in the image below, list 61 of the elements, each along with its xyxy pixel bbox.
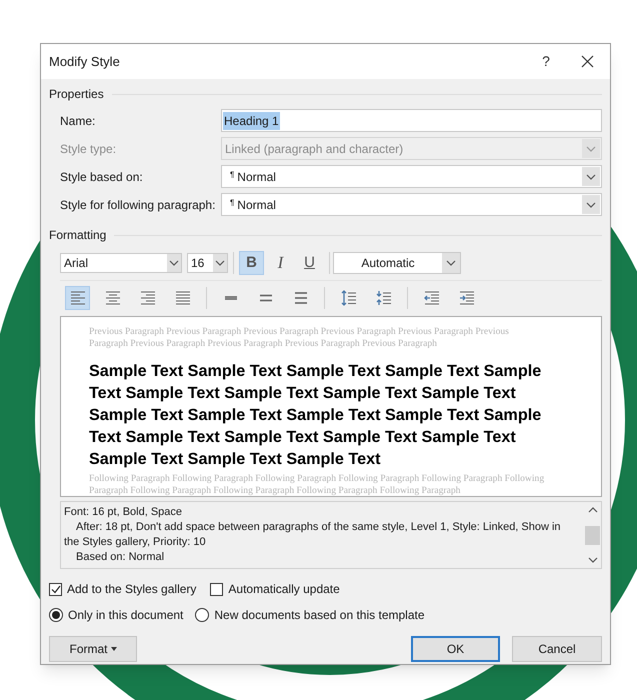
align-left-icon <box>70 290 86 306</box>
checkbox[interactable] <box>210 582 224 596</box>
window-title: Modify Style <box>49 52 121 71</box>
ok-button[interactable]: OK <box>411 636 500 662</box>
sample-text: Sample Text Sample Text Sample Text Sample Text Sample Text Sample Text Sample Text Sample Text Sample Text Sample Text Sample Text Sample Text Sample Text Sample Text Sample Text Sample Text Sample Text Sample Text Sample Text Sample Text Sample Text <box>89 361 542 470</box>
align-right-icon <box>140 290 156 306</box>
chevron-down-icon <box>586 146 596 152</box>
previous-paragraph-text: Previous Paragraph Previous Paragraph Previous Paragraph Previous Paragraph Previous Paragraph Previous Paragraph Previous Paragraph Previous Paragraph Previous Paragraph Previous Paragraph <box>89 326 510 350</box>
double-spacing-icon <box>292 290 308 306</box>
dropdown-field[interactable]: ¶ Normal <box>221 193 602 216</box>
pilcrow-mark: ¶ <box>230 169 234 181</box>
description-text: After: 18 pt, Don't add space between paragraphs of the same style, Level 1, Style: Linked, Show in the Styles gallery, Priority: 10 <box>64 520 562 550</box>
field-value: Normal <box>237 196 277 214</box>
align-left-button[interactable] <box>65 286 90 310</box>
field-label: Style for following paragraph: <box>60 196 216 214</box>
pilcrow-mark: ¶ <box>230 197 234 209</box>
description-text: Font: 16 pt, Bold, Space <box>64 505 184 520</box>
chevron-down-icon <box>169 260 179 266</box>
increase-spacing-icon <box>340 290 356 306</box>
radio-button[interactable] <box>195 608 210 622</box>
description-text: Based on: Normal <box>75 550 166 565</box>
checkbox-label: Add to the Styles gallery <box>67 581 196 598</box>
radio-button[interactable] <box>49 608 63 622</box>
justify-icon <box>174 290 190 306</box>
decrease-spacing-icon <box>376 290 392 306</box>
italic-button[interactable]: I <box>268 251 293 275</box>
field-value: Heading 1 <box>223 112 280 130</box>
close-icon[interactable] <box>581 55 594 68</box>
following-paragraph-text: Following Paragraph Following Paragraph Following Paragraph Following Paragraph Following Paragraph Following Paragraph Following Paragraph Following Paragraph Following Paragraph Following Paragraph <box>89 473 546 496</box>
format-button[interactable]: Format <box>49 636 137 662</box>
chevron-down-icon <box>215 260 225 266</box>
caret-icon <box>110 647 116 651</box>
field-value: Normal <box>237 168 277 186</box>
bold-button[interactable]: B <box>239 251 264 275</box>
field-label: Style type: <box>60 140 118 158</box>
name-input-field[interactable]: Heading 1 <box>221 109 602 132</box>
field-value: Linked (paragraph and character) <box>224 140 404 158</box>
increase-indent-icon <box>458 290 474 306</box>
font-dropdown[interactable]: Arial <box>60 253 182 273</box>
dropdown-field[interactable]: ¶ Normal <box>221 165 602 188</box>
radio-label: Only in this document <box>68 607 184 624</box>
section-heading: Properties <box>49 86 104 103</box>
size-dropdown[interactable]: 16 <box>187 253 228 273</box>
decrease-indent-icon <box>424 290 440 306</box>
checkbox[interactable] <box>49 582 62 596</box>
color-dropdown[interactable]: Automatic <box>333 252 461 274</box>
check-icon <box>50 584 60 594</box>
help-button[interactable]: ? <box>531 51 561 72</box>
chevron-down-icon <box>446 260 456 266</box>
section-heading: Formatting <box>49 227 106 244</box>
field-label: Style based on: <box>60 168 144 186</box>
chevron-down-icon <box>586 202 596 208</box>
field-label: Name: <box>60 112 96 130</box>
underline-button[interactable]: U <box>297 251 322 275</box>
cancel-button[interactable]: Cancel <box>512 636 602 662</box>
radio-label: New documents based on this template <box>214 607 425 624</box>
checkbox-label: Automatically update <box>228 581 340 598</box>
scroll-down-icon[interactable] <box>588 557 598 563</box>
align-center-icon <box>104 290 120 306</box>
scroll-up-icon[interactable] <box>588 507 598 513</box>
chevron-down-icon <box>586 174 596 180</box>
